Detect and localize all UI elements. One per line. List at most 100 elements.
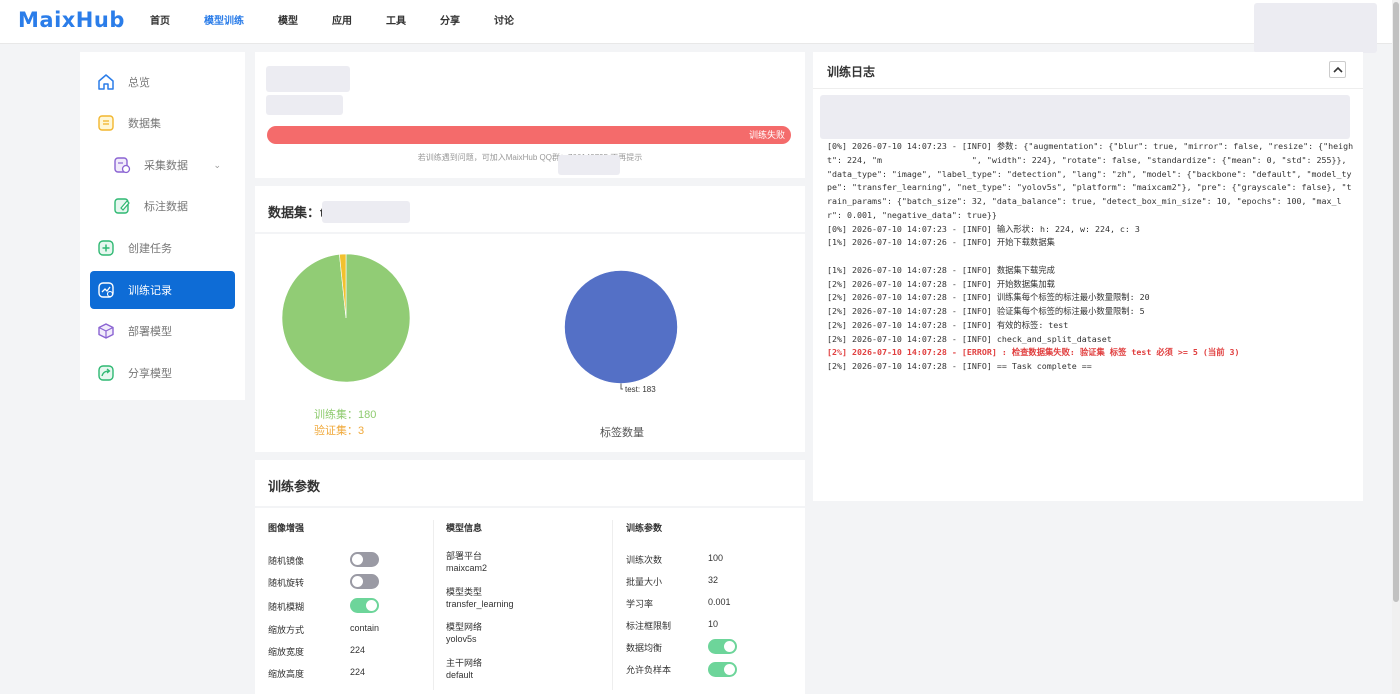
log-line-error: [2%] 2026-07-10 14:07:28 - [ERROR] : 检查数… <box>827 347 1240 358</box>
param-label: 缩放方式 <box>268 625 305 635</box>
sidebar-item-annotate[interactable]: 标注数据 <box>90 187 235 225</box>
sidebar-item-label: 分享模型 <box>128 368 172 380</box>
param-label: 缩放高度 <box>268 669 305 679</box>
model-column: 模型信息 部署平台 maixcam2 模型类型 transfer_learnin… <box>446 508 606 694</box>
log-header-placeholder <box>820 95 1350 139</box>
chevron-down-icon[interactable]: ⌄ <box>213 160 221 171</box>
param-label: 学习率 <box>626 599 654 609</box>
param-value: contain <box>350 623 380 633</box>
legend-val: 验证集：3 <box>314 425 365 437</box>
blur-toggle[interactable] <box>350 598 379 613</box>
log-line: [0%] 2026-07-10 14:07:23 - [INFO] 输入形状: … <box>827 223 1140 234</box>
training-status-card: 训练失败 若训练遇到问题，可加入MaixHub QQ群：76614979​5 不… <box>255 52 805 178</box>
sidebar-item-label: 采集数据 <box>144 160 188 172</box>
sidebar-item-training-records[interactable]: 训练记录 <box>90 271 235 309</box>
param-value: yolov5s <box>446 634 477 644</box>
log-line: [2%] 2026-07-10 14:07:28 - [INFO] 开始数据集加… <box>827 278 1055 289</box>
pie-label-test: test: 183 <box>625 385 656 394</box>
param-value: 0.001 <box>708 597 731 607</box>
training-params-body: 图像增强 随机镜像 随机旋转 随机模糊 缩放方式 contain 缩放宽度 22… <box>255 508 805 694</box>
log-line: [0%] 2026-07-10 14:07:23 - [INFO] 参数: {"… <box>827 141 1354 220</box>
param-label: 随机旋转 <box>268 578 305 588</box>
sidebar-item-collect[interactable]: 采集数据 ⌄ <box>90 146 235 184</box>
dataset-card-header: 数据集：t <box>255 186 805 232</box>
training-params-header: 训练参数 <box>255 460 805 506</box>
param-label: 批量大小 <box>626 577 663 587</box>
sidebar-item-dataset[interactable]: 数据集 <box>90 104 235 142</box>
sidebar-item-label: 总览 <box>128 77 150 89</box>
param-label: 缩放宽度 <box>268 647 305 657</box>
page-scrollbar-thumb[interactable] <box>1393 2 1399 602</box>
qq-group-hint: 若训练遇到问题，可加入MaixHub QQ群：76614979​5 不再提示 <box>417 153 643 162</box>
param-label: 数据均衡 <box>626 643 663 653</box>
param-label: 随机镜像 <box>268 556 305 566</box>
param-label: 主干网络 <box>446 658 483 668</box>
sidebar-item-create-task[interactable]: 创建任务 <box>90 229 235 267</box>
log-line: [1%] 2026-07-10 14:07:28 - [INFO] 数据集下载完… <box>827 264 1055 275</box>
param-value: 224 <box>350 667 366 677</box>
top-navbar: MaixHub 首页 模型训练 模型 应用 工具 分享 讨论 <box>0 0 1400 53</box>
param-value: 10 <box>708 619 719 629</box>
sidebar-item-overview[interactable]: 总览 <box>90 63 235 101</box>
nav-tools[interactable]: 工具 <box>386 0 406 44</box>
param-label: 随机模糊 <box>268 602 305 612</box>
nav-share[interactable]: 分享 <box>440 0 460 44</box>
record-icon <box>96 280 116 300</box>
toggle-knob <box>366 600 377 611</box>
log-line: [2%] 2026-07-10 14:07:28 - [INFO] 验证集每个标… <box>827 306 1145 316</box>
sidebar-item-label: 训练记录 <box>128 285 172 297</box>
negative-samples-toggle[interactable] <box>708 662 737 677</box>
log-output: [0%] 2026-07-10 14:07:23 - [INFO] 参数: {"… <box>827 140 1355 374</box>
nav-discuss[interactable]: 讨论 <box>494 0 514 44</box>
annotate-icon <box>112 196 132 216</box>
train-column: 训练参数 训练次数 100 批量大小 32 学习率 0.001 标注框限制 10… <box>626 508 796 694</box>
column-divider <box>612 520 613 690</box>
progress-status-label: 训练失败 <box>748 130 785 140</box>
param-value: transfer_learning <box>446 599 514 609</box>
param-value: 100 <box>708 553 724 563</box>
plus-icon <box>96 238 116 258</box>
toggle-knob <box>724 641 735 652</box>
sidebar-item-label: 标注数据 <box>144 201 188 213</box>
pie-label-leader-line <box>620 383 623 390</box>
log-divider <box>813 88 1363 89</box>
rotate-toggle[interactable] <box>350 574 379 589</box>
chevron-up-icon <box>1332 63 1343 77</box>
data-balance-toggle[interactable] <box>708 639 737 654</box>
param-value: default <box>446 670 474 680</box>
home-icon <box>96 72 116 92</box>
train-title: 训练参数 <box>626 523 663 533</box>
label-pie-slice-test[interactable] <box>564 270 678 384</box>
collapse-button[interactable] <box>1329 61 1346 78</box>
toggle-knob <box>352 554 363 565</box>
training-log-card: 训练日志 [0%] 2026-07-10 14:07:23 - [INFO] 参… <box>813 52 1363 501</box>
log-line: [2%] 2026-07-10 14:07:28 - [INFO] == Tas… <box>827 361 1092 371</box>
toggle-knob <box>724 664 735 675</box>
maixhub-logo[interactable]: MaixHub <box>18 8 125 32</box>
model-title: 模型信息 <box>446 523 483 533</box>
task-meta-placeholder <box>266 95 343 115</box>
dataset-name-placeholder <box>322 201 410 223</box>
nav-models[interactable]: 模型 <box>278 0 298 44</box>
dataset-title: 数据集：t <box>268 205 325 220</box>
sidebar-item-deploy[interactable]: 部署模型 <box>90 312 235 350</box>
param-label: 允许负样本 <box>626 665 672 675</box>
dataset-icon <box>96 113 116 133</box>
task-name-placeholder <box>266 66 350 92</box>
nav-model-training[interactable]: 模型训练 <box>204 0 244 44</box>
sidebar-item-label: 部署模型 <box>128 326 172 338</box>
dataset-charts: 训练集：180 验证集：3 test: 183 标签数量 <box>255 234 805 452</box>
nav-apps[interactable]: 应用 <box>332 0 352 44</box>
label-count-caption: 标签数量 <box>600 427 644 439</box>
sidebar-item-share[interactable]: 分享模型 <box>90 354 235 392</box>
toggle-knob <box>352 576 363 587</box>
mirror-toggle[interactable] <box>350 552 379 567</box>
sidebar: 总览 数据集 采集数据 ⌄ 标注数据 创建任务 训练记录 部署模型 分享模型 <box>80 52 245 400</box>
main-nav: 首页 模型训练 模型 应用 工具 分享 讨论 <box>150 0 548 44</box>
nav-home[interactable]: 首页 <box>150 0 170 44</box>
legend-train: 训练集：180 <box>314 409 377 421</box>
augment-title: 图像增强 <box>268 523 305 533</box>
split-pie-chart <box>281 253 411 383</box>
user-account-area[interactable] <box>1254 3 1377 53</box>
